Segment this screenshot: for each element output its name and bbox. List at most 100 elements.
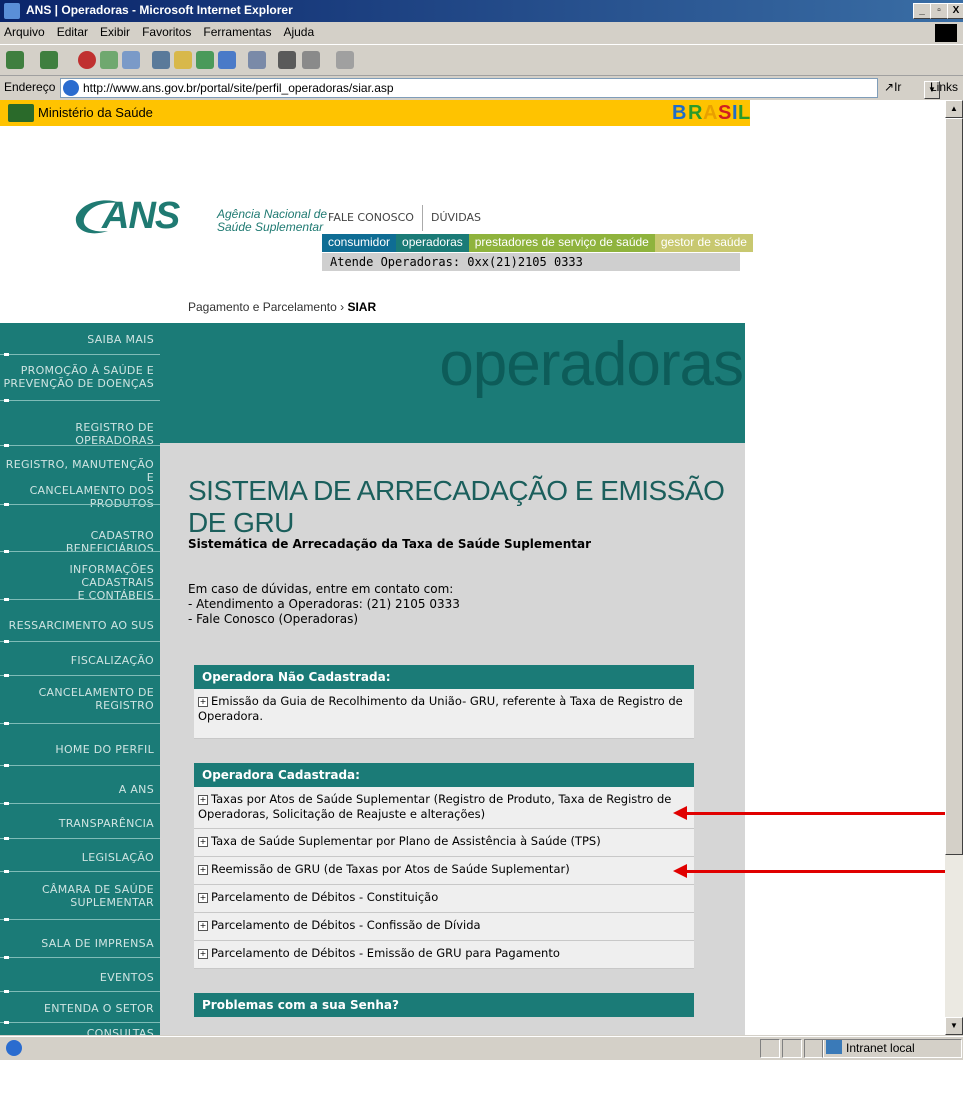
ie-app-icon <box>4 3 20 19</box>
window-title: ANS | Operadoras - Microsoft Internet Ex… <box>26 3 293 17</box>
sidebar-item-consultas[interactable]: CONSULTAS <box>0 1027 160 1035</box>
media-icon[interactable] <box>196 51 214 69</box>
duvidas-link[interactable]: DÚVIDAS <box>431 211 481 224</box>
list-item-parcelamento-constituicao[interactable]: + Parcelamento de Débitos - Constituição <box>194 885 694 913</box>
links-button[interactable]: Links <box>930 80 958 94</box>
sidebar-item-fiscalizacao[interactable]: FISCALIZAÇÃO <box>0 654 160 667</box>
maximize-button[interactable]: ▫ <box>930 3 948 19</box>
breadcrumb-parent[interactable]: Pagamento e Parcelamento <box>188 300 337 314</box>
sidebar-item-ressarcimento-sus[interactable]: RESSARCIMENTO AO SUS <box>0 619 160 632</box>
expand-icon: + <box>198 865 208 875</box>
scroll-thumb[interactable] <box>945 118 963 855</box>
sidebar-item-transparencia[interactable]: TRANSPARÊNCIA <box>0 817 160 830</box>
list-item-reemissao-gru[interactable]: + Reemissão de GRU (de Taxas por Atos de … <box>194 857 694 885</box>
breadcrumb: Pagamento e Parcelamento › SIAR <box>188 300 376 314</box>
page-icon <box>63 80 79 96</box>
list-item-parcelamento-confissao[interactable]: + Parcelamento de Débitos - Confissão de … <box>194 913 694 941</box>
address-url: http://www.ans.gov.br/portal/site/perfil… <box>83 81 394 95</box>
sidebar-item-registro-produtos[interactable]: REGISTRO, MANUTENÇÃO E CANCELAMENTO DOS PR… <box>0 458 160 510</box>
sidebar-item-cancelamento-registro[interactable]: CANCELAMENTO DE REGISTRO <box>0 686 160 712</box>
sidebar-item-legislacao[interactable]: LEGISLAÇÃO <box>0 851 160 864</box>
ministry-bar: Ministério da Saúde B R A S I L <box>0 100 750 126</box>
annotation-arrow <box>673 864 945 878</box>
windows-logo-icon <box>935 24 957 42</box>
tab-operadoras[interactable]: operadoras <box>396 234 469 252</box>
contact-intro: Em caso de dúvidas, entre em contato com… <box>188 582 454 596</box>
list-item-parcelamento-emissao[interactable]: + Parcelamento de Débitos - Emissão de GR… <box>194 941 694 969</box>
refresh-icon[interactable] <box>100 51 118 69</box>
menu-bar: Arquivo Editar Exibir Favoritos Ferramentas A… <box>0 22 963 45</box>
favorites-icon[interactable] <box>174 51 192 69</box>
security-zone-label: Intranet local <box>846 1041 915 1055</box>
vertical-scrollbar[interactable]: ▲ ▼ <box>945 100 963 1035</box>
sidebar-item-camara-saude[interactable]: CÂMARA DE SAÚDE SUPLEMENTAR <box>0 883 160 909</box>
edit-icon[interactable] <box>302 51 320 69</box>
expand-icon: + <box>198 795 208 805</box>
list-item-emissao-gru[interactable]: + Emissão da Guia de Recolhimento da Uniã… <box>194 689 694 739</box>
page-viewport: Ministério da Saúde B R A S I L FALE CON… <box>0 100 945 1035</box>
intranet-zone-icon <box>826 1040 842 1054</box>
top-links: FALE CONOSCO DÚVIDAS <box>328 205 481 231</box>
page-subtitle: Sistemática de Arrecadação da Taxa de Sa… <box>188 537 591 551</box>
menu-ajuda[interactable]: Ajuda <box>277 22 320 39</box>
sidebar-item-entenda-setor[interactable]: ENTENDA O SETOR <box>0 1002 160 1015</box>
breadcrumb-current: SIAR <box>347 300 377 314</box>
sidebar-item-sala-imprensa[interactable]: SALA DE IMPRENSA <box>0 937 160 950</box>
go-label: Ir <box>894 80 902 94</box>
blank-area <box>0 1060 963 1097</box>
home-icon[interactable] <box>122 51 140 69</box>
menu-exibir[interactable]: Exibir <box>94 22 136 39</box>
menu-favoritos[interactable]: Favoritos <box>136 22 197 39</box>
sidebar-item-a-ans[interactable]: A ANS <box>0 783 160 796</box>
history-icon[interactable] <box>218 51 236 69</box>
sidebar-item-saiba-mais[interactable]: SAIBA MAIS <box>0 333 160 346</box>
tab-consumidor[interactable]: consumidor <box>322 234 397 252</box>
expand-icon: + <box>198 697 208 707</box>
menu-ferramentas[interactable]: Ferramentas <box>197 22 277 39</box>
address-label: Endereço <box>4 80 56 94</box>
sidebar-item-informacoes-cadastrais[interactable]: INFORMAÇÕES CADASTRAIS E CONTÁBEIS <box>0 563 160 602</box>
profile-tabs: consumidor operadoras prestadores de servi… <box>322 234 753 252</box>
close-button[interactable]: X <box>947 3 963 19</box>
menu-editar[interactable]: Editar <box>51 22 94 39</box>
ministry-label[interactable]: Ministério da Saúde <box>38 105 153 120</box>
atende-operadoras-text: Atende Operadoras: 0xx(21)2105 0333 <box>322 253 740 271</box>
ans-logo-line1: Agência Nacional de <box>217 207 328 221</box>
address-input[interactable]: http://www.ans.gov.br/portal/site/perfil… <box>60 78 940 99</box>
minimize-button[interactable]: _ <box>913 3 931 19</box>
page-status-icon <box>6 1040 22 1056</box>
search-icon[interactable] <box>152 51 170 69</box>
fale-conosco-link[interactable]: FALE CONOSCO <box>328 211 414 224</box>
toolbar <box>0 45 963 76</box>
list-item-tps[interactable]: + Taxa de Saúde Suplementar por Plano de … <box>194 829 694 857</box>
sidebar-item-home-perfil[interactable]: HOME DO PERFIL <box>0 743 160 756</box>
contact-fale-conosco[interactable]: - Fale Conosco (Operadoras) <box>188 612 460 627</box>
panel-header-senha: Problemas com a sua Senha? <box>194 993 694 1017</box>
scroll-down-button[interactable]: ▼ <box>945 1017 963 1035</box>
tab-gestor[interactable]: gestor de saúde <box>654 234 753 252</box>
sidebar-item-eventos[interactable]: EVENTOS <box>0 971 160 984</box>
go-button[interactable]: ↗Ir <box>884 80 901 94</box>
discuss-icon[interactable] <box>336 51 354 69</box>
sidebar-item-promocao-saude[interactable]: PROMOÇÃO À SAÚDE E PREVENÇÃO DE DOENÇAS <box>0 364 160 390</box>
brasil-logo: B R A S I L <box>672 102 751 124</box>
menu-arquivo[interactable]: Arquivo <box>0 22 51 39</box>
forward-icon[interactable] <box>40 51 58 69</box>
ministry-logo-icon <box>8 104 34 122</box>
print-icon[interactable] <box>278 51 296 69</box>
contact-phone: - Atendimento a Operadoras: (21) 2105 03… <box>188 597 460 611</box>
list-item-taxas-atos[interactable]: + Taxas por Atos de Saúde Suplementar (Re… <box>194 787 694 829</box>
address-bar: Endereço http://www.ans.gov.br/portal/si… <box>0 77 963 99</box>
mail-icon[interactable] <box>248 51 266 69</box>
annotation-arrow <box>673 806 945 820</box>
page-title: SISTEMA DE ARRECADAÇÃO E EMISSÃO DE GRU <box>188 475 725 538</box>
ans-logo-text: ANS <box>102 195 180 237</box>
expand-icon: + <box>198 921 208 931</box>
scroll-up-button[interactable]: ▲ <box>945 100 963 118</box>
tab-prestadores[interactable]: prestadores de serviço de saúde <box>468 234 655 252</box>
sidebar-item-registro-operadoras[interactable]: REGISTRO DE OPERADORAS <box>0 421 160 447</box>
stop-icon[interactable] <box>78 51 96 69</box>
banner-word: operadoras <box>439 330 744 399</box>
back-icon[interactable] <box>6 51 24 69</box>
status-bar: Intranet local <box>0 1036 963 1059</box>
